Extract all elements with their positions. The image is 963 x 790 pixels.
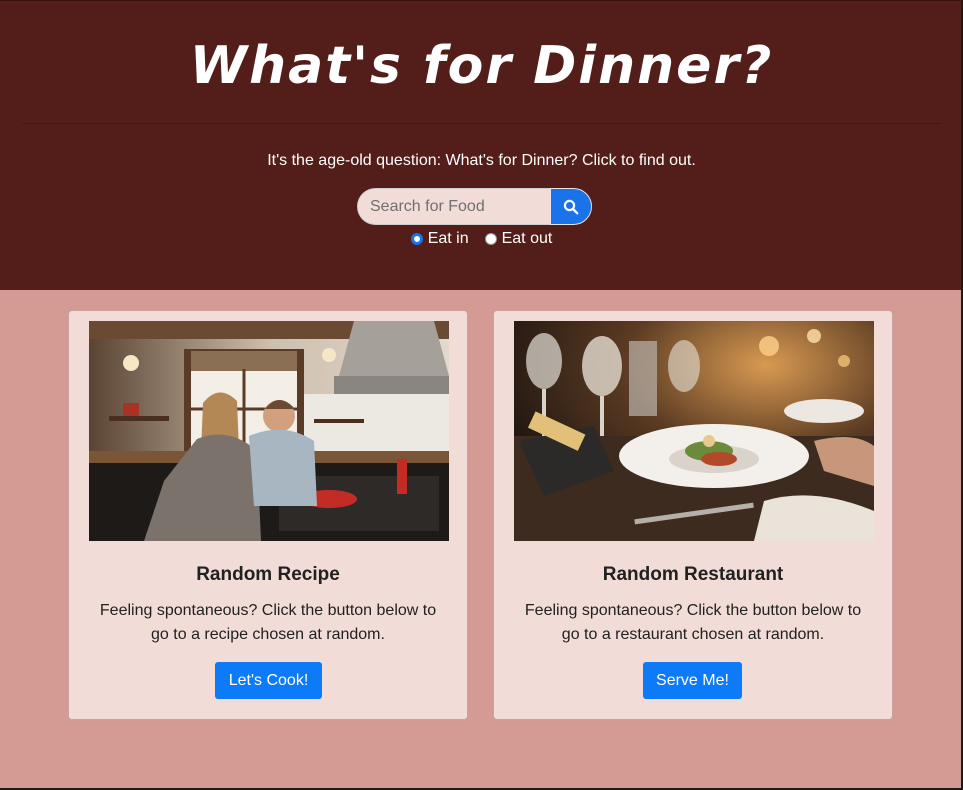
- search-input[interactable]: [357, 188, 550, 225]
- eat-out-label: Eat out: [501, 230, 553, 247]
- search-bar: [357, 188, 592, 225]
- kitchen-photo: [89, 321, 449, 541]
- serve-me-button[interactable]: Serve Me!: [643, 662, 742, 699]
- divider: [22, 123, 941, 124]
- eat-in-option[interactable]: Eat in: [410, 229, 469, 249]
- dining-options: Eat in Eat out: [0, 229, 963, 249]
- eat-in-label: Eat in: [427, 230, 469, 247]
- lets-cook-button[interactable]: Let's Cook!: [215, 662, 322, 699]
- card-text: Feeling spontaneous? Click the button be…: [524, 602, 862, 643]
- restaurant-card: Random Restaurant Feeling spontaneous? C…: [493, 310, 893, 720]
- lead-text: It's the age-old question: What's for Di…: [267, 152, 696, 169]
- card-title: Random Restaurant: [602, 564, 784, 585]
- search-button[interactable]: [550, 188, 592, 225]
- restaurant-photo: [514, 321, 874, 541]
- page-title: What's for Dinner?: [189, 36, 774, 96]
- card-title: Random Recipe: [196, 564, 340, 585]
- recipe-card: Random Recipe Feeling spontaneous? Click…: [68, 310, 468, 720]
- card-text: Feeling spontaneous? Click the button be…: [99, 602, 437, 643]
- eat-out-radio[interactable]: [484, 233, 497, 245]
- eat-in-radio[interactable]: [410, 233, 423, 245]
- search-icon: [563, 199, 579, 214]
- hero-jumbotron: What's for Dinner? It's the age-old ques…: [0, 0, 963, 290]
- eat-out-option[interactable]: Eat out: [484, 229, 553, 249]
